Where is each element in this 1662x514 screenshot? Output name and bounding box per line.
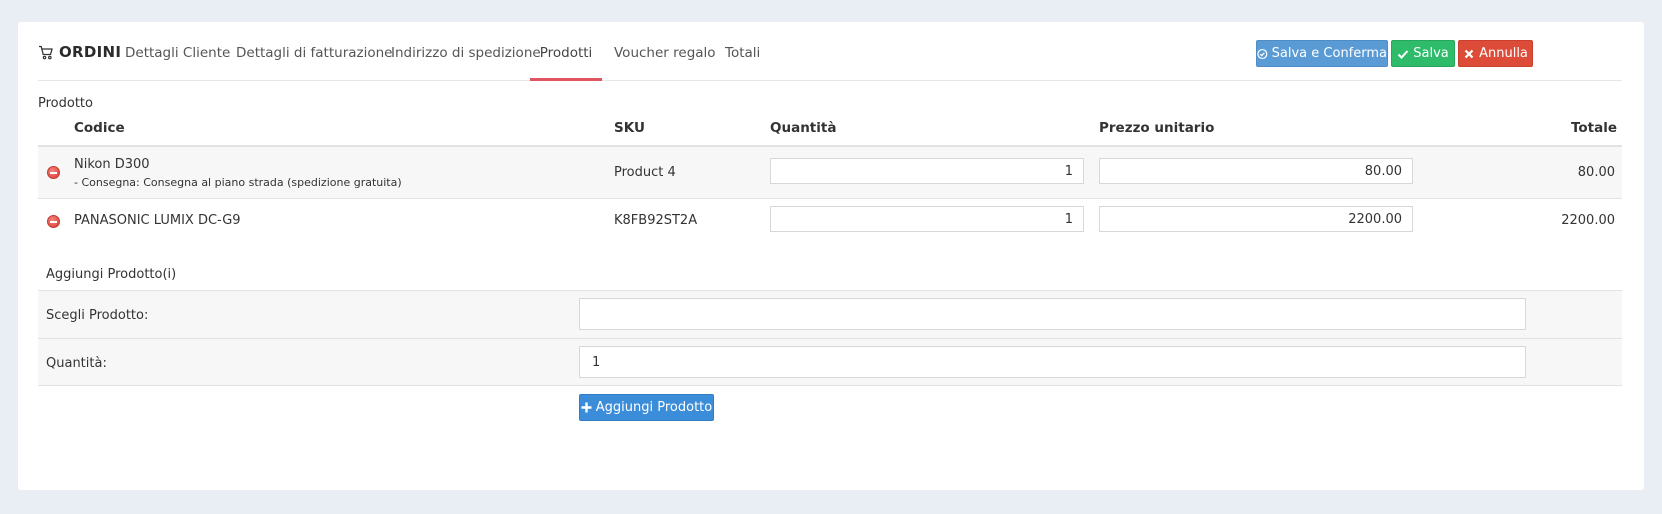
product-sku: Product 4	[614, 165, 676, 180]
products-section-label: Prodotto	[38, 96, 93, 111]
product-option: - Consegna: Consegna al piano strada (sp…	[74, 176, 402, 189]
tab-dettagli-fatturazione[interactable]: Dettagli di fatturazione	[236, 22, 392, 81]
check-icon	[1398, 49, 1409, 59]
tab-dettagli-cliente[interactable]: Dettagli Cliente	[125, 22, 230, 81]
product-sku: K8FB92ST2A	[614, 213, 698, 228]
plus-icon	[581, 402, 592, 413]
tab-voucher-regalo[interactable]: Voucher regalo	[614, 22, 716, 81]
column-header-unit-price: Prezzo unitario	[1099, 120, 1215, 136]
unit-price-input[interactable]	[1099, 206, 1413, 232]
table-row: Nikon D300 - Consegna: Consegna al piano…	[38, 147, 1622, 199]
cancel-button[interactable]: Annulla	[1458, 40, 1533, 67]
quantity-label: Quantità:	[46, 356, 107, 371]
choose-product-input[interactable]	[579, 298, 1526, 330]
tab-indirizzo-spedizione[interactable]: Indirizzo di spedizione	[391, 22, 541, 81]
brand: ORDINI	[38, 42, 121, 62]
add-product-button[interactable]: Aggiungi Prodotto	[579, 394, 714, 421]
add-quantity-input[interactable]	[579, 346, 1526, 378]
column-header-total: Totale	[1570, 120, 1617, 136]
row-total: 80.00	[1577, 165, 1615, 180]
orders-header: ORDINI Dettagli Cliente Dettagli di fatt…	[38, 22, 1622, 81]
tab-prodotti[interactable]: Prodotti	[530, 22, 602, 81]
table-row: PANASONIC LUMIX DC-G9 K8FB92ST2A 2200.00	[38, 199, 1622, 245]
close-icon	[1464, 49, 1474, 58]
quantity-input[interactable]	[770, 206, 1084, 232]
save-label: Salva	[1413, 46, 1449, 61]
remove-icon[interactable]	[47, 215, 60, 228]
check-circle-icon	[1257, 48, 1268, 59]
row-total: 2200.00	[1561, 213, 1615, 228]
column-header-sku: SKU	[614, 120, 645, 136]
save-button[interactable]: Salva	[1391, 40, 1455, 67]
column-header-code: Codice	[74, 120, 125, 136]
product-name: PANASONIC LUMIX DC-G9	[74, 213, 241, 228]
product-name: Nikon D300	[74, 157, 150, 172]
save-confirm-button[interactable]: Salva e Conferma	[1256, 40, 1388, 67]
column-header-qty: Quantità	[770, 120, 837, 136]
choose-product-label: Scegli Prodotto:	[46, 308, 149, 323]
add-product-title: Aggiungi Prodotto(i)	[46, 267, 177, 282]
unit-price-input[interactable]	[1099, 158, 1413, 184]
cart-icon	[39, 45, 53, 59]
tab-totali[interactable]: Totali	[725, 22, 760, 81]
remove-icon[interactable]	[47, 166, 60, 179]
save-confirm-label: Salva e Conferma	[1271, 46, 1387, 61]
brand-title: ORDINI	[59, 43, 122, 61]
orders-panel: ORDINI Dettagli Cliente Dettagli di fatt…	[18, 22, 1644, 490]
add-product-label: Aggiungi Prodotto	[595, 400, 713, 415]
quantity-row: Quantità:	[38, 338, 1622, 386]
quantity-input[interactable]	[770, 158, 1084, 184]
choose-product-row: Scegli Prodotto:	[38, 290, 1622, 338]
cancel-label: Annulla	[1479, 46, 1528, 61]
